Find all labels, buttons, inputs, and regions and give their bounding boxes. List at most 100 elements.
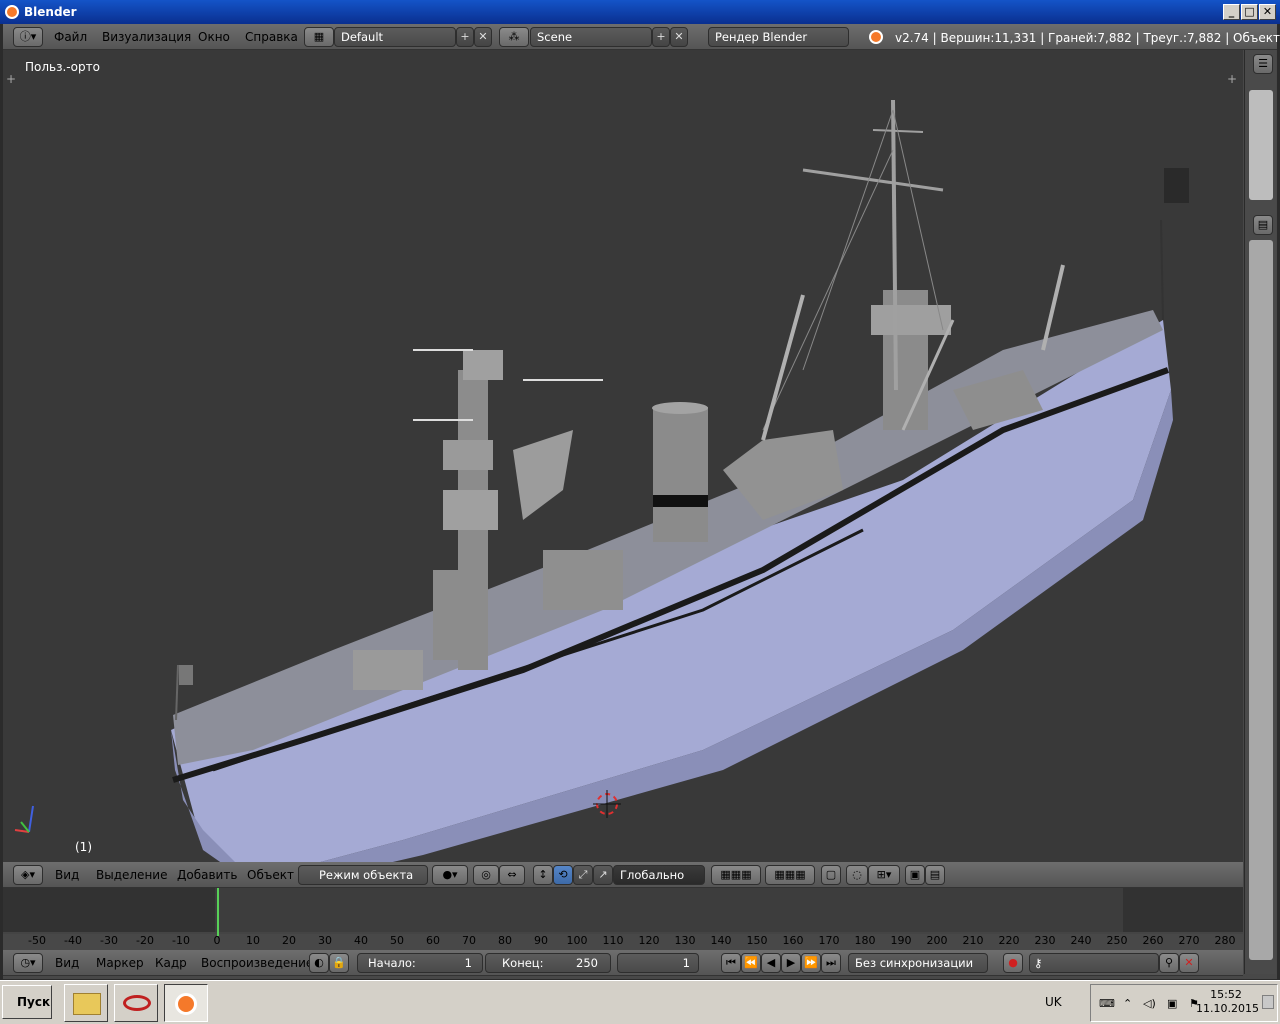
start-frame-field[interactable]: Начало: 1 [357, 953, 483, 973]
orientation-select[interactable]: Глобально [613, 865, 705, 885]
lock-layer-icon[interactable]: ▢ [821, 865, 841, 885]
menu-add[interactable]: Добавить [177, 868, 237, 882]
timeline-track[interactable] [3, 888, 1243, 936]
remove-scene-icon[interactable]: ✕ [670, 27, 688, 47]
timeline-ruler[interactable]: -50 -40 -30 -20 -10 0 10 20 30 40 50 60 70 80 90 100 110… [3, 932, 1243, 948]
render-anim-icon[interactable]: ▤ [925, 865, 945, 885]
timeline-tick: -10 [172, 934, 190, 947]
network-icon[interactable]: ▣ [1167, 997, 1177, 1010]
menu-render[interactable]: Визуализация [102, 30, 191, 44]
play-icon[interactable]: ▶ [781, 953, 801, 973]
extra-tool-icon[interactable]: ↗ [593, 865, 613, 885]
timeline-tick: 10 [246, 934, 260, 947]
tray-expand-icon[interactable]: ⌃ [1123, 997, 1132, 1010]
close-button[interactable]: ✕ [1259, 4, 1276, 20]
snap-icon[interactable]: ⊞▾ [868, 865, 900, 885]
sync-select[interactable]: Без синхронизации [848, 953, 988, 973]
remove-layout-icon[interactable]: ✕ [474, 27, 492, 47]
info-editor-type-icon[interactable]: ⓘ▾ [13, 27, 43, 47]
properties-area[interactable] [1249, 240, 1273, 960]
timeline-tick: 70 [462, 934, 476, 947]
next-keyframe-icon[interactable]: ⏩ [801, 953, 821, 973]
timeline-tick: 160 [782, 934, 804, 947]
explorer-taskbar-icon[interactable] [64, 984, 108, 1022]
volume-icon[interactable]: ◁) [1143, 997, 1156, 1010]
scene-icon[interactable]: ⁂ [499, 27, 529, 47]
blender-taskbar-icon[interactable] [164, 984, 208, 1022]
properties-editor-icon[interactable]: ▤ [1253, 215, 1273, 235]
timeline-tick: -50 [28, 934, 46, 947]
jump-start-icon[interactable]: ⏮ [721, 953, 741, 973]
end-frame-value: 250 [576, 956, 598, 970]
scale-icon[interactable]: ⤢ [573, 865, 593, 885]
menu-frame[interactable]: Кадр [155, 956, 187, 970]
add-scene-icon[interactable]: + [652, 27, 670, 47]
translate-icon[interactable]: ↕ [533, 865, 553, 885]
insert-keyframe-icon[interactable]: ⚲ [1159, 953, 1179, 973]
view3d-editor-type-icon[interactable]: ◈▾ [13, 865, 43, 885]
timeline-tick: 190 [890, 934, 912, 947]
show-desktop-button[interactable] [1262, 995, 1274, 1009]
start-label: Пуск [17, 995, 51, 1009]
delete-keyframe-icon[interactable]: ✕ [1179, 953, 1199, 973]
timeline-tick: 20 [282, 934, 296, 947]
menu-window[interactable]: Окно [198, 30, 230, 44]
menu-help[interactable]: Справка [245, 30, 298, 44]
timeline-tick: 270 [1178, 934, 1200, 947]
manipulator-toggle-icon[interactable]: ⇔ [499, 865, 525, 885]
timeline-tick: 210 [962, 934, 984, 947]
timeline-tick: -20 [136, 934, 154, 947]
outliner-area[interactable] [1249, 90, 1273, 200]
render-still-icon[interactable]: ▣ [905, 865, 925, 885]
layers-grid-2[interactable]: ▦▦▦ [765, 865, 815, 885]
timeline[interactable]: -50 -40 -30 -20 -10 0 10 20 30 40 50 60 70 80 90 100 110… [3, 888, 1243, 947]
keyboard-icon[interactable]: ⌨ [1099, 997, 1115, 1010]
current-frame-marker[interactable] [217, 888, 219, 936]
mode-select[interactable]: Режим объекта [298, 865, 428, 885]
app-taskbar-icon[interactable] [114, 984, 158, 1022]
timeline-tick: 250 [1106, 934, 1128, 947]
menu-view[interactable]: Вид [55, 868, 79, 882]
render-engine-select[interactable]: Рендер Blender [708, 27, 849, 47]
prev-keyframe-icon[interactable]: ⏪ [741, 953, 761, 973]
jump-end-icon[interactable]: ⏭ [821, 953, 841, 973]
shading-select-icon[interactable]: ●▾ [432, 865, 468, 885]
maximize-button[interactable]: □ [1241, 4, 1258, 20]
clock[interactable]: 15:52 11.10.2015 [1196, 988, 1259, 1016]
window-titlebar[interactable]: Blender _ □ ✕ [0, 0, 1280, 24]
preview-range-icon[interactable]: ◐ [309, 953, 329, 973]
menu-file[interactable]: Файл [54, 30, 87, 44]
3d-viewport[interactable]: Польз.-орто + + (1) [3, 50, 1243, 862]
menu-marker[interactable]: Маркер [96, 956, 144, 970]
language-indicator[interactable]: UK [1045, 995, 1062, 1009]
keying-set-field[interactable]: ⚷ [1029, 953, 1159, 973]
layers-grid-1[interactable]: ▦▦▦ [711, 865, 761, 885]
current-frame-field[interactable]: 1 [617, 953, 699, 973]
record-icon[interactable]: ● [1003, 953, 1023, 973]
right-panel: ☰ ▤ [1244, 50, 1276, 974]
timeline-tick: 0 [213, 934, 221, 947]
timeline-editor-type-icon[interactable]: ◷▾ [13, 953, 43, 973]
pivot-icon[interactable]: ◎ [473, 865, 499, 885]
start-button[interactable]: Пуск [2, 985, 52, 1019]
menu-playback[interactable]: Воспроизведение [201, 956, 313, 970]
menu-timeline-view[interactable]: Вид [55, 956, 79, 970]
scene-selector[interactable]: Scene [530, 27, 652, 47]
layout-selector[interactable]: Default [334, 27, 456, 47]
end-frame-field[interactable]: Конец: 250 [485, 953, 611, 973]
menu-select[interactable]: Выделение [96, 868, 167, 882]
minimize-button[interactable]: _ [1223, 4, 1240, 20]
screen-layout-icon[interactable]: ▦ [304, 27, 334, 47]
add-layout-icon[interactable]: + [456, 27, 474, 47]
clock-date: 11.10.2015 [1196, 1002, 1259, 1015]
blender-version-icon [869, 30, 883, 44]
lock-range-icon[interactable]: 🔒 [329, 953, 349, 973]
proportional-edit-icon[interactable]: ◌ [846, 865, 868, 885]
menu-object[interactable]: Объект [247, 868, 294, 882]
timeline-tick: 40 [354, 934, 368, 947]
scene-stats: v2.74 | Вершин:11,331 | Граней:7,882 | Т… [895, 31, 1280, 45]
outliner-editor-icon[interactable]: ☰ [1253, 54, 1273, 74]
rotate-icon[interactable]: ⟲ [553, 865, 573, 885]
play-reverse-icon[interactable]: ◀ [761, 953, 781, 973]
timeline-tick: 200 [926, 934, 948, 947]
